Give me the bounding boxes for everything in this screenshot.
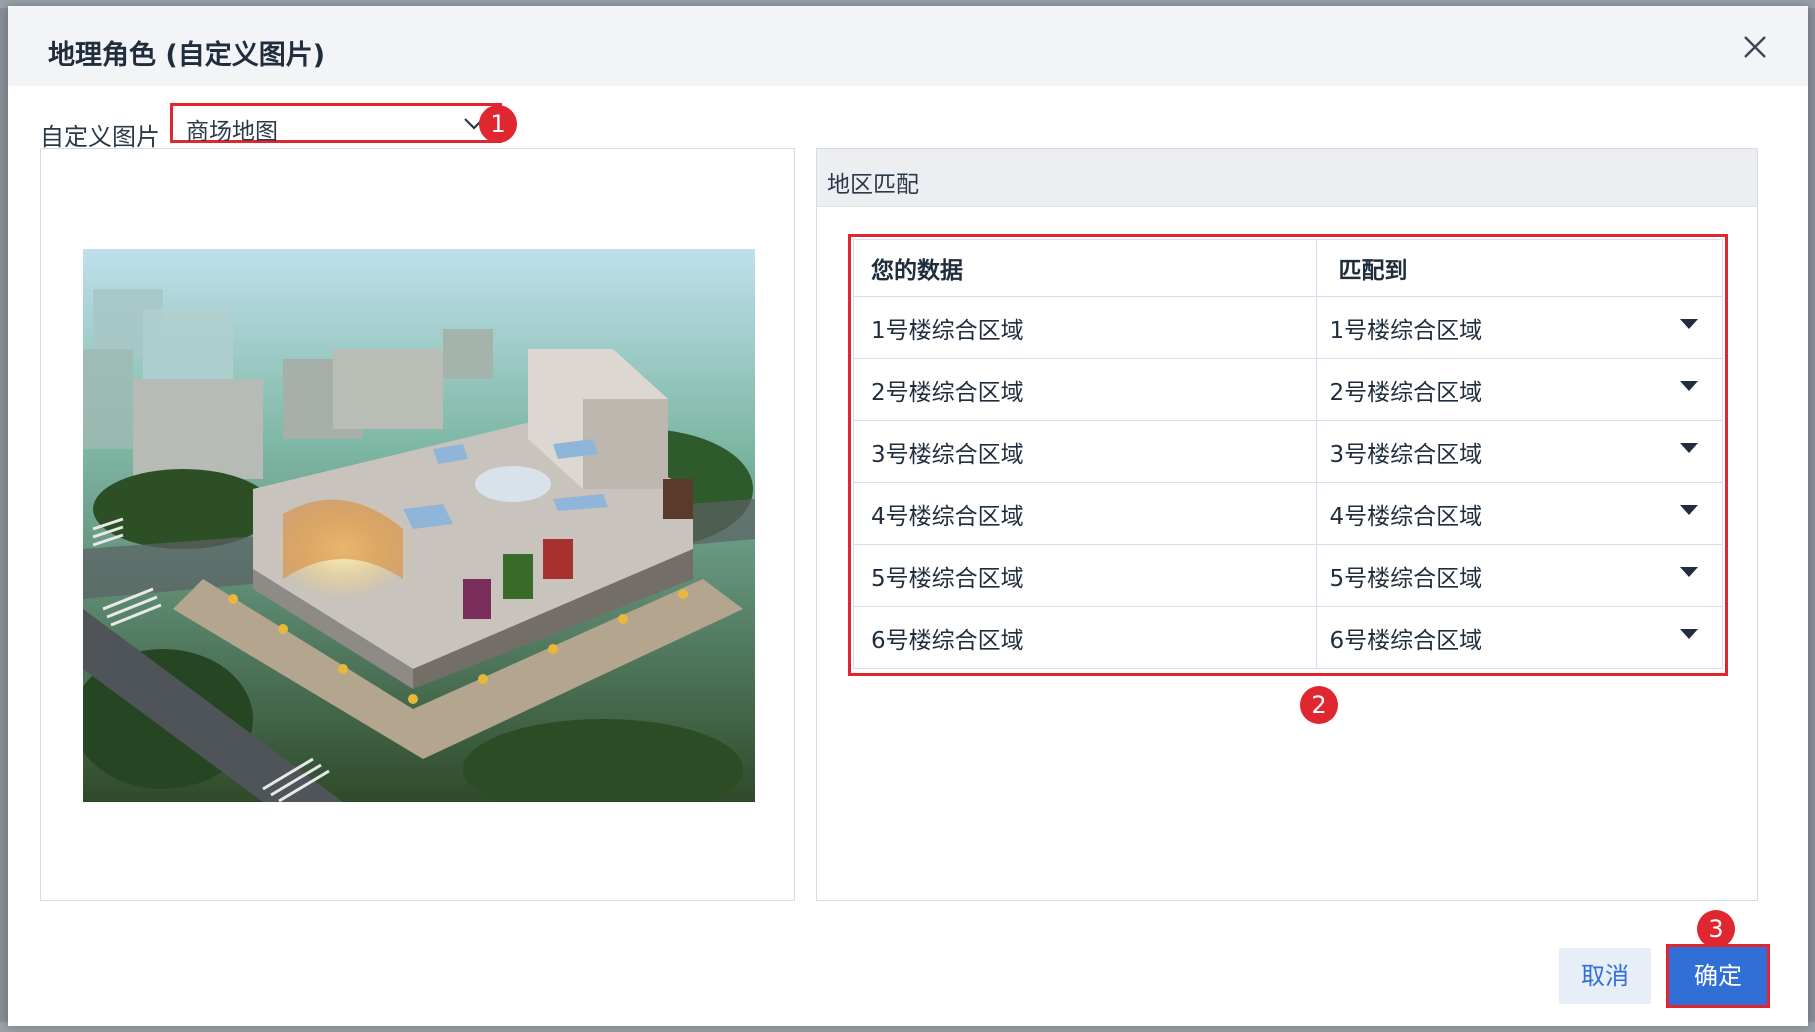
data-cell: 4号楼综合区域: [852, 482, 1318, 545]
step-marker-3: 3: [1697, 910, 1735, 948]
custom-image-select[interactable]: 商场地图: [170, 103, 502, 145]
match-select[interactable]: 6号楼综合区域: [1316, 606, 1723, 669]
triangle-down-icon: [1680, 504, 1698, 515]
step-marker-1: 1: [479, 105, 517, 143]
triangle-down-icon: [1680, 318, 1698, 329]
triangle-down-icon: [1680, 566, 1698, 577]
match-select-value: 4号楼综合区域: [1329, 503, 1483, 530]
data-cell: 6号楼综合区域: [852, 606, 1318, 669]
triangle-down-icon: [1680, 628, 1698, 639]
dialog-title: 地理角色 (自定义图片): [48, 40, 326, 71]
match-select-value: 5号楼综合区域: [1329, 565, 1483, 592]
region-match-grid: 您的数据 匹配到 1号楼综合区域 1号楼综合区域 2号楼综合区域 2号楼综合区域…: [852, 239, 1723, 669]
column-header-match-to: 匹配到: [1316, 239, 1723, 297]
match-select[interactable]: 5号楼综合区域: [1316, 544, 1723, 607]
column-header-your-data: 您的数据: [852, 239, 1318, 297]
table-row: 3号楼综合区域 3号楼综合区域: [852, 420, 1723, 483]
region-match-table: 您的数据 匹配到 1号楼综合区域 1号楼综合区域 2号楼综合区域 2号楼综合区域…: [848, 234, 1728, 676]
step-marker-2: 2: [1300, 686, 1338, 724]
data-cell: 2号楼综合区域: [852, 358, 1318, 421]
match-select[interactable]: 3号楼综合区域: [1316, 420, 1723, 483]
data-cell: 5号楼综合区域: [852, 544, 1318, 607]
match-select-value: 1号楼综合区域: [1329, 317, 1483, 344]
match-select[interactable]: 1号楼综合区域: [1316, 296, 1723, 359]
data-cell: 3号楼综合区域: [852, 420, 1318, 483]
match-select[interactable]: 4号楼综合区域: [1316, 482, 1723, 545]
match-select-value: 3号楼综合区域: [1329, 441, 1483, 468]
table-row: 4号楼综合区域 4号楼综合区域: [852, 482, 1723, 545]
cancel-button[interactable]: 取消: [1559, 948, 1651, 1004]
close-icon: [1744, 36, 1766, 58]
mall-map-image[interactable]: [83, 249, 755, 802]
custom-image-label: 自定义图片: [40, 123, 160, 151]
close-button[interactable]: [1742, 34, 1768, 60]
match-select[interactable]: 2号楼综合区域: [1316, 358, 1723, 421]
table-header-row: 您的数据 匹配到: [852, 239, 1723, 297]
custom-image-select-value: 商场地图: [186, 119, 278, 145]
triangle-down-icon: [1680, 380, 1698, 391]
image-preview-panel: [40, 148, 795, 901]
dialog-header: 地理角色 (自定义图片): [8, 6, 1808, 86]
region-match-title: 地区匹配: [827, 172, 919, 198]
confirm-button[interactable]: 确定: [1666, 944, 1770, 1008]
region-match-header: 地区匹配: [817, 149, 1757, 207]
table-row: 6号楼综合区域 6号楼综合区域: [852, 606, 1723, 669]
triangle-down-icon: [1680, 442, 1698, 453]
table-row: 5号楼综合区域 5号楼综合区域: [852, 544, 1723, 607]
data-cell: 1号楼综合区域: [852, 296, 1318, 359]
table-row: 1号楼综合区域 1号楼综合区域: [852, 296, 1723, 359]
match-select-value: 6号楼综合区域: [1329, 627, 1483, 654]
match-select-value: 2号楼综合区域: [1329, 379, 1483, 406]
table-row: 2号楼综合区域 2号楼综合区域: [852, 358, 1723, 421]
